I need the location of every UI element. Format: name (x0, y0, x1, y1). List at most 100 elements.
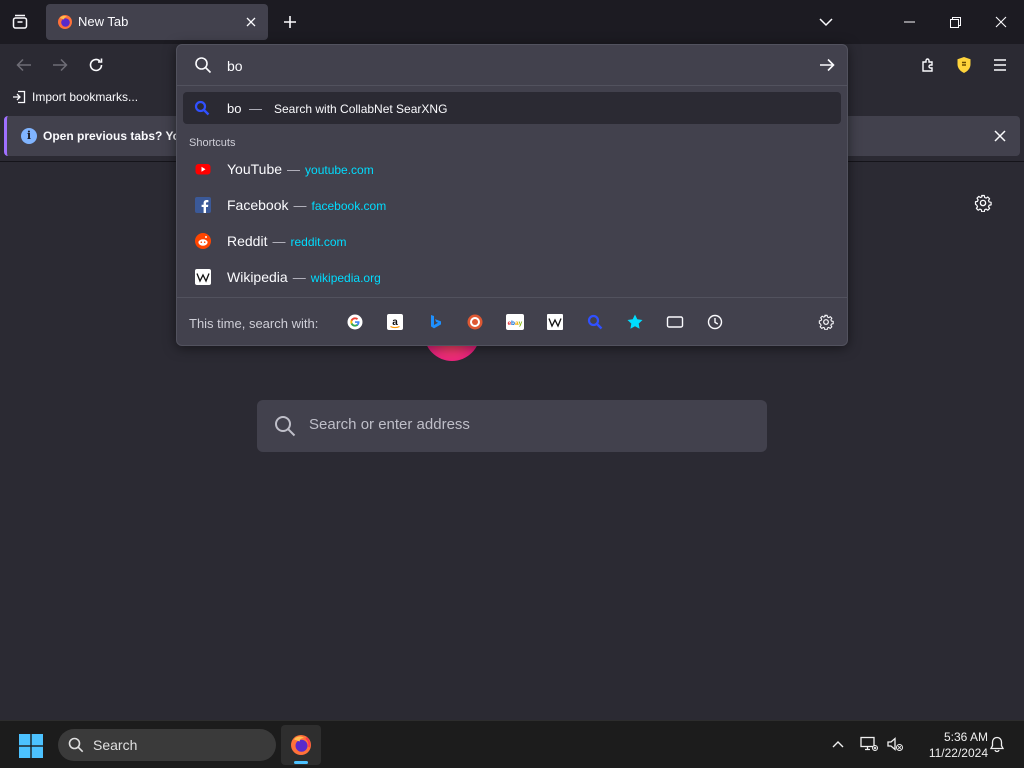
shortcut-url: youtube.com (305, 163, 374, 177)
searxng-icon (194, 100, 210, 116)
reload-icon (89, 58, 103, 72)
firefox-icon (291, 735, 311, 755)
minimize-icon (903, 21, 915, 23)
urlbar-popup: bo bo — Search with CollabNet SearXNG Sh… (176, 44, 848, 346)
bookmarks-search-button[interactable] (625, 312, 645, 332)
firefox-view-button[interactable] (8, 10, 32, 34)
clock-date: 11/22/2024 (928, 746, 988, 760)
taskbar-search-box[interactable]: Search (58, 729, 276, 761)
shortcut-row-reddit[interactable]: Reddit — reddit.com (183, 224, 841, 258)
bing-engine-button[interactable] (425, 312, 445, 332)
search-suggestion-row[interactable]: bo — Search with CollabNet SearXNG (183, 92, 841, 124)
shortcut-separator: — (293, 198, 307, 213)
tabs-search-button[interactable] (665, 312, 685, 332)
puzzle-icon (922, 58, 933, 72)
windows-taskbar: Search 5:36 AM 11/22/2024 (0, 720, 1024, 768)
duckduckgo-icon (467, 314, 483, 330)
reddit-icon (195, 233, 211, 249)
back-button[interactable] (11, 52, 37, 78)
search-settings-button[interactable] (816, 312, 836, 332)
suggestion-action: Search with CollabNet SearXNG (274, 102, 448, 116)
youtube-icon (195, 164, 211, 175)
google-icon (347, 314, 363, 330)
star-icon (627, 314, 643, 329)
shortcut-title: YouTube (227, 161, 283, 177)
restore-icon (949, 16, 961, 28)
notification-text: Open previous tabs? You c (43, 129, 198, 143)
tab-icon (666, 316, 684, 328)
shortcut-url: wikipedia.org (310, 271, 381, 285)
shortcut-separator: — (292, 270, 306, 285)
google-engine-button[interactable] (345, 312, 365, 332)
running-indicator (294, 761, 308, 764)
search-icon (68, 737, 84, 753)
extensions-button[interactable] (915, 52, 941, 78)
ebay-icon: ebay (506, 314, 524, 330)
duckduckgo-engine-button[interactable] (465, 312, 485, 332)
restore-button[interactable] (932, 0, 978, 44)
plus-icon (284, 16, 296, 28)
newtab-search-box[interactable]: Search or enter address (257, 400, 767, 452)
shortcut-url: reddit.com (290, 235, 347, 249)
show-hidden-icons-button[interactable] (828, 734, 848, 754)
tab-new-tab[interactable]: New Tab (46, 4, 268, 40)
go-button[interactable] (817, 55, 837, 75)
shortcuts-heading: Shortcuts (189, 137, 236, 149)
amazon-engine-button[interactable]: a (385, 312, 405, 332)
close-icon (995, 16, 1007, 28)
minimize-button[interactable] (886, 0, 932, 44)
svg-text:a: a (392, 317, 398, 328)
shortcut-title: Wikipedia (227, 269, 288, 285)
suggestion-query: bo (227, 101, 242, 116)
close-tab-icon[interactable] (242, 13, 260, 31)
start-button[interactable] (19, 734, 43, 758)
shield-icon (957, 57, 971, 73)
shortcut-row-youtube[interactable]: YouTube — youtube.com (183, 152, 841, 186)
network-tray-button[interactable] (859, 734, 879, 754)
shortcut-separator: — (287, 162, 301, 177)
clock-time: 5:36 AM (943, 730, 988, 744)
forward-button[interactable] (47, 52, 73, 78)
taskbar-clock[interactable]: 5:36 AM 11/22/2024 (912, 729, 988, 761)
urlbar-input-row[interactable]: bo (177, 45, 847, 85)
personalize-newtab-button[interactable] (971, 191, 995, 215)
close-notification-button[interactable] (990, 126, 1010, 146)
import-icon (13, 90, 26, 104)
ebay-engine-button[interactable]: ebay (505, 312, 525, 332)
urlbar-input[interactable]: bo (227, 58, 243, 74)
app-menu-button[interactable] (987, 52, 1013, 78)
chevron-up-icon (832, 741, 844, 748)
clock-icon (707, 314, 723, 330)
wikipedia-icon (547, 314, 563, 330)
reload-button[interactable] (83, 52, 109, 78)
suggestion-separator: — (249, 101, 262, 116)
shortcut-row-facebook[interactable]: Facebook — facebook.com (183, 188, 841, 222)
import-bookmarks-label: Import bookmarks... (32, 90, 139, 104)
search-icon (195, 57, 212, 74)
wikipedia-engine-button[interactable] (545, 312, 565, 332)
list-all-tabs-button[interactable] (815, 11, 837, 33)
volume-muted-icon (887, 737, 903, 751)
chevron-down-icon (819, 18, 833, 27)
taskbar-firefox-button[interactable] (281, 725, 321, 765)
hamburger-menu-icon (994, 59, 1006, 71)
svg-text:y: y (519, 320, 523, 327)
one-off-label: This time, search with: (189, 316, 319, 331)
ublock-extension-button[interactable] (951, 52, 977, 78)
amazon-icon: a (387, 314, 403, 330)
forward-arrow-icon (53, 58, 68, 72)
arrow-right-icon (820, 58, 835, 72)
volume-tray-button[interactable] (885, 734, 905, 754)
new-tab-button[interactable] (279, 11, 301, 33)
notifications-button[interactable] (987, 734, 1007, 754)
shortcut-row-wikipedia[interactable]: Wikipedia — wikipedia.org (183, 260, 841, 294)
history-search-button[interactable] (705, 312, 725, 332)
back-arrow-icon (16, 58, 31, 72)
close-window-button[interactable] (978, 0, 1024, 44)
title-bar: New Tab (0, 0, 1024, 44)
searxng-engine-button[interactable] (585, 312, 605, 332)
wikipedia-icon (195, 269, 211, 285)
import-bookmarks-button[interactable]: Import bookmarks... (12, 90, 138, 104)
firefox-view-icon (12, 14, 28, 29)
one-off-search-row: This time, search with: a ebay (177, 298, 847, 346)
